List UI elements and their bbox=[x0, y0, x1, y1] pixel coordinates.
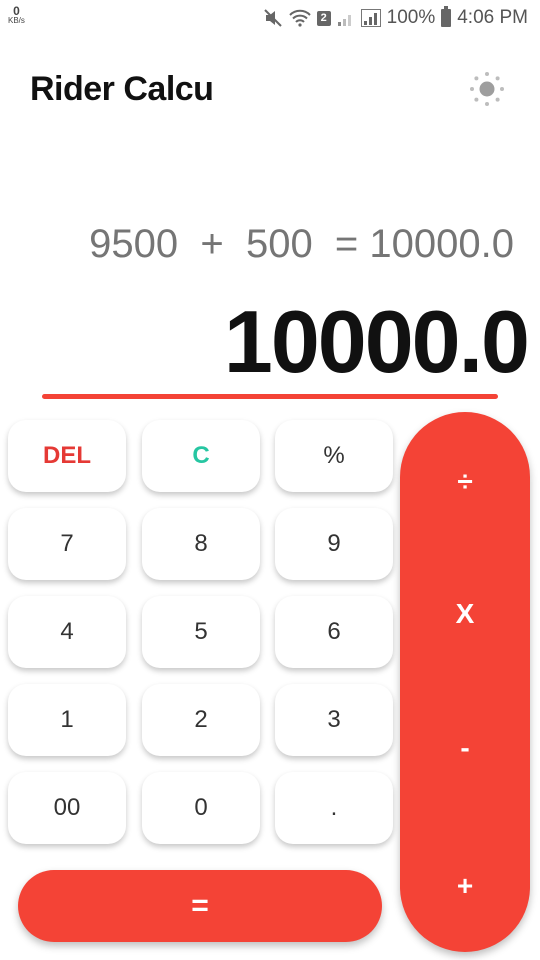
result-display: 10000.0 bbox=[223, 292, 530, 391]
digit-5-button[interactable]: 5 bbox=[142, 596, 260, 668]
digit-7-button[interactable]: 7 bbox=[8, 508, 126, 580]
battery-icon bbox=[441, 6, 452, 27]
sim-slot-badge: 2 bbox=[316, 10, 331, 26]
expression-display: 9500 + 500 = 10000.0 bbox=[89, 222, 514, 266]
wifi-icon bbox=[288, 9, 311, 27]
digit-0-button[interactable]: 0 bbox=[142, 772, 260, 844]
delete-button[interactable]: DEL bbox=[8, 420, 126, 492]
signal-weak-icon bbox=[337, 9, 355, 27]
signal-icon bbox=[360, 9, 381, 27]
clock: 4:06 PM bbox=[457, 7, 528, 28]
network-speed: 0 KB/s bbox=[8, 4, 25, 26]
equals-button[interactable]: = bbox=[18, 870, 382, 942]
app-title: Rider Calcu bbox=[30, 70, 214, 108]
divide-button[interactable]: ÷ bbox=[400, 452, 530, 512]
status-icons: 2 100% 4:06 PM bbox=[263, 4, 528, 32]
digit-2-button[interactable]: 2 bbox=[142, 684, 260, 756]
subtract-button[interactable]: - bbox=[400, 718, 530, 778]
network-speed-value: 0 bbox=[13, 4, 20, 18]
decimal-point-button[interactable]: . bbox=[275, 772, 393, 844]
digit-9-button[interactable]: 9 bbox=[275, 508, 393, 580]
double-zero-button[interactable]: 00 bbox=[8, 772, 126, 844]
digit-8-button[interactable]: 8 bbox=[142, 508, 260, 580]
display-divider bbox=[42, 394, 498, 399]
sun-icon[interactable] bbox=[468, 70, 506, 108]
digit-4-button[interactable]: 4 bbox=[8, 596, 126, 668]
clear-button[interactable]: C bbox=[142, 420, 260, 492]
digit-6-button[interactable]: 6 bbox=[275, 596, 393, 668]
digit-3-button[interactable]: 3 bbox=[275, 684, 393, 756]
status-bar: 0 KB/s 2 100% 4:06 PM bbox=[0, 0, 540, 36]
battery-percent: 100% bbox=[386, 7, 436, 28]
percent-button[interactable]: % bbox=[275, 420, 393, 492]
network-speed-unit: KB/s bbox=[8, 16, 25, 25]
multiply-button[interactable]: X bbox=[400, 584, 530, 644]
digit-1-button[interactable]: 1 bbox=[8, 684, 126, 756]
mute-icon bbox=[263, 8, 283, 28]
add-button[interactable]: + bbox=[400, 856, 530, 916]
